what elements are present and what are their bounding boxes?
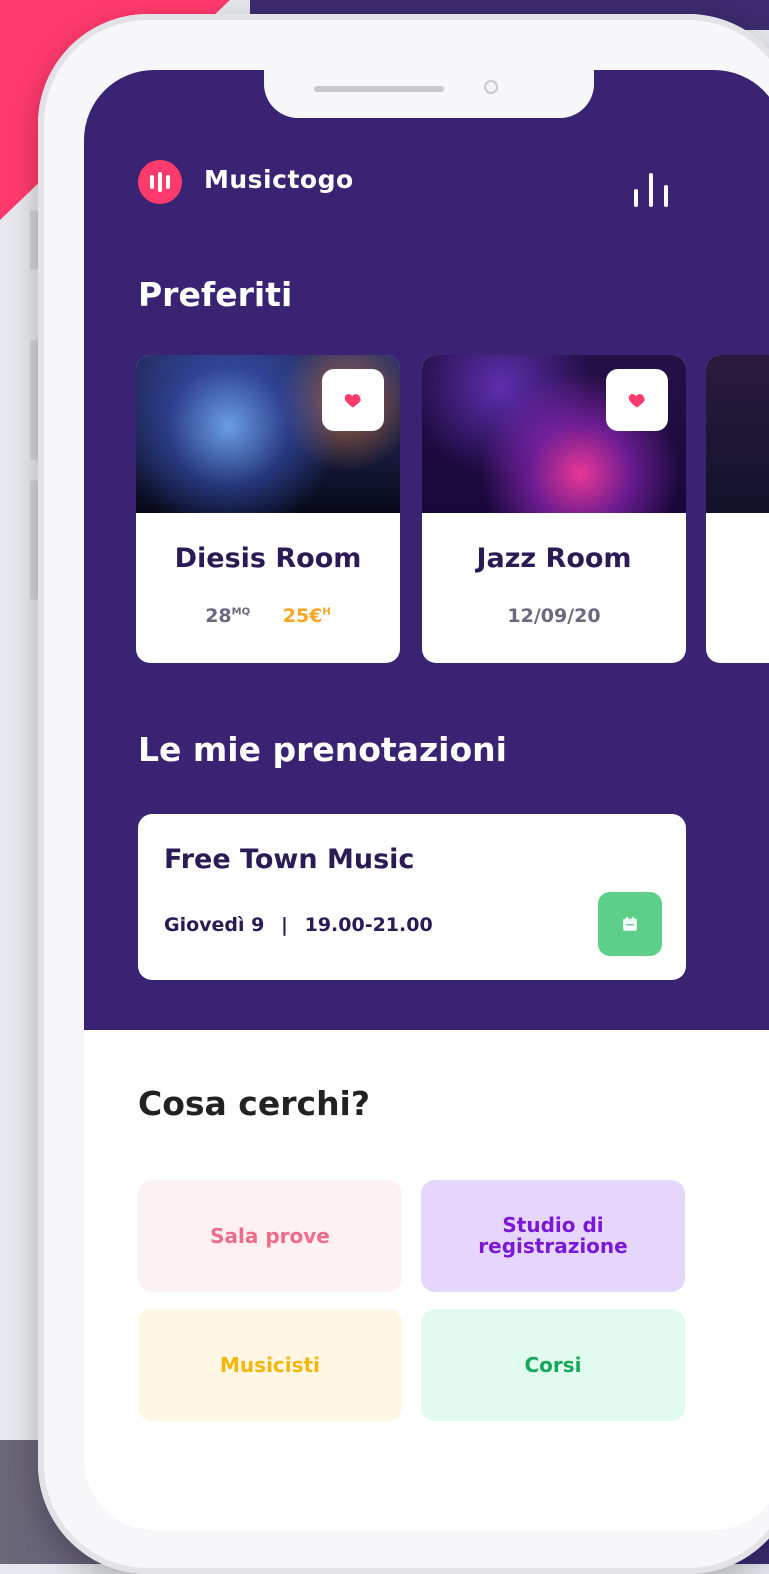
favorite-card-jazz-room[interactable]: Jazz Room 12/09/20: [422, 355, 686, 663]
search-title: Cosa cerchi?: [138, 1084, 371, 1123]
heart-icon[interactable]: [322, 369, 384, 431]
phone-notch: [264, 70, 594, 118]
booking-time: Giovedì 9 | 19.00-21.00: [164, 914, 433, 936]
booking-name: Free Town Music: [164, 844, 415, 875]
logo-icon[interactable]: [138, 160, 182, 204]
category-corsi[interactable]: Corsi: [421, 1309, 685, 1421]
category-studio-di-registrazione[interactable]: Studio di registrazione: [421, 1180, 685, 1292]
category-musicisti[interactable]: Musicisti: [138, 1309, 402, 1421]
category-sala-prove[interactable]: Sala prove: [138, 1180, 402, 1292]
favorite-card-diesis-room[interactable]: Diesis Room 28MQ 25€H: [136, 355, 400, 663]
room-price: 25€: [282, 605, 323, 627]
room-size-unit: MQ: [231, 606, 251, 618]
category-label: Studio di registrazione: [478, 1213, 628, 1258]
phone-screen: Musictogo Preferiti Diesis Room 28MQ 25€…: [84, 70, 769, 1530]
app-title: Musictogo: [204, 165, 354, 194]
booking-hours: 19.00-21.00: [304, 914, 433, 936]
menu-bars-icon[interactable]: [634, 167, 668, 207]
heart-icon[interactable]: [606, 369, 668, 431]
phone-side-button: [30, 480, 38, 600]
card-meta: 28MQ 25€H: [136, 605, 400, 627]
card-title: Diesis Room: [174, 543, 362, 574]
booking-card[interactable]: Free Town Music Giovedì 9 | 19.00-21.00: [138, 814, 686, 980]
card-title: Jazz Room: [476, 543, 632, 574]
favorites-title: Preferiti: [138, 275, 293, 314]
room-size: 28: [205, 605, 232, 627]
bookings-title: Le mie prenotazioni: [138, 730, 507, 769]
room-photo: [706, 355, 769, 513]
front-camera: [484, 80, 498, 94]
calendar-icon[interactable]: [598, 892, 662, 956]
booking-separator: |: [281, 914, 288, 936]
phone-side-button: [30, 340, 38, 460]
card-date: 12/09/20: [507, 605, 601, 627]
booking-day: Giovedì 9: [164, 914, 265, 936]
phone-side-button: [30, 210, 38, 270]
speaker-grille: [314, 86, 444, 92]
room-price-unit: H: [322, 606, 331, 618]
favorite-card-partial[interactable]: [706, 355, 769, 663]
